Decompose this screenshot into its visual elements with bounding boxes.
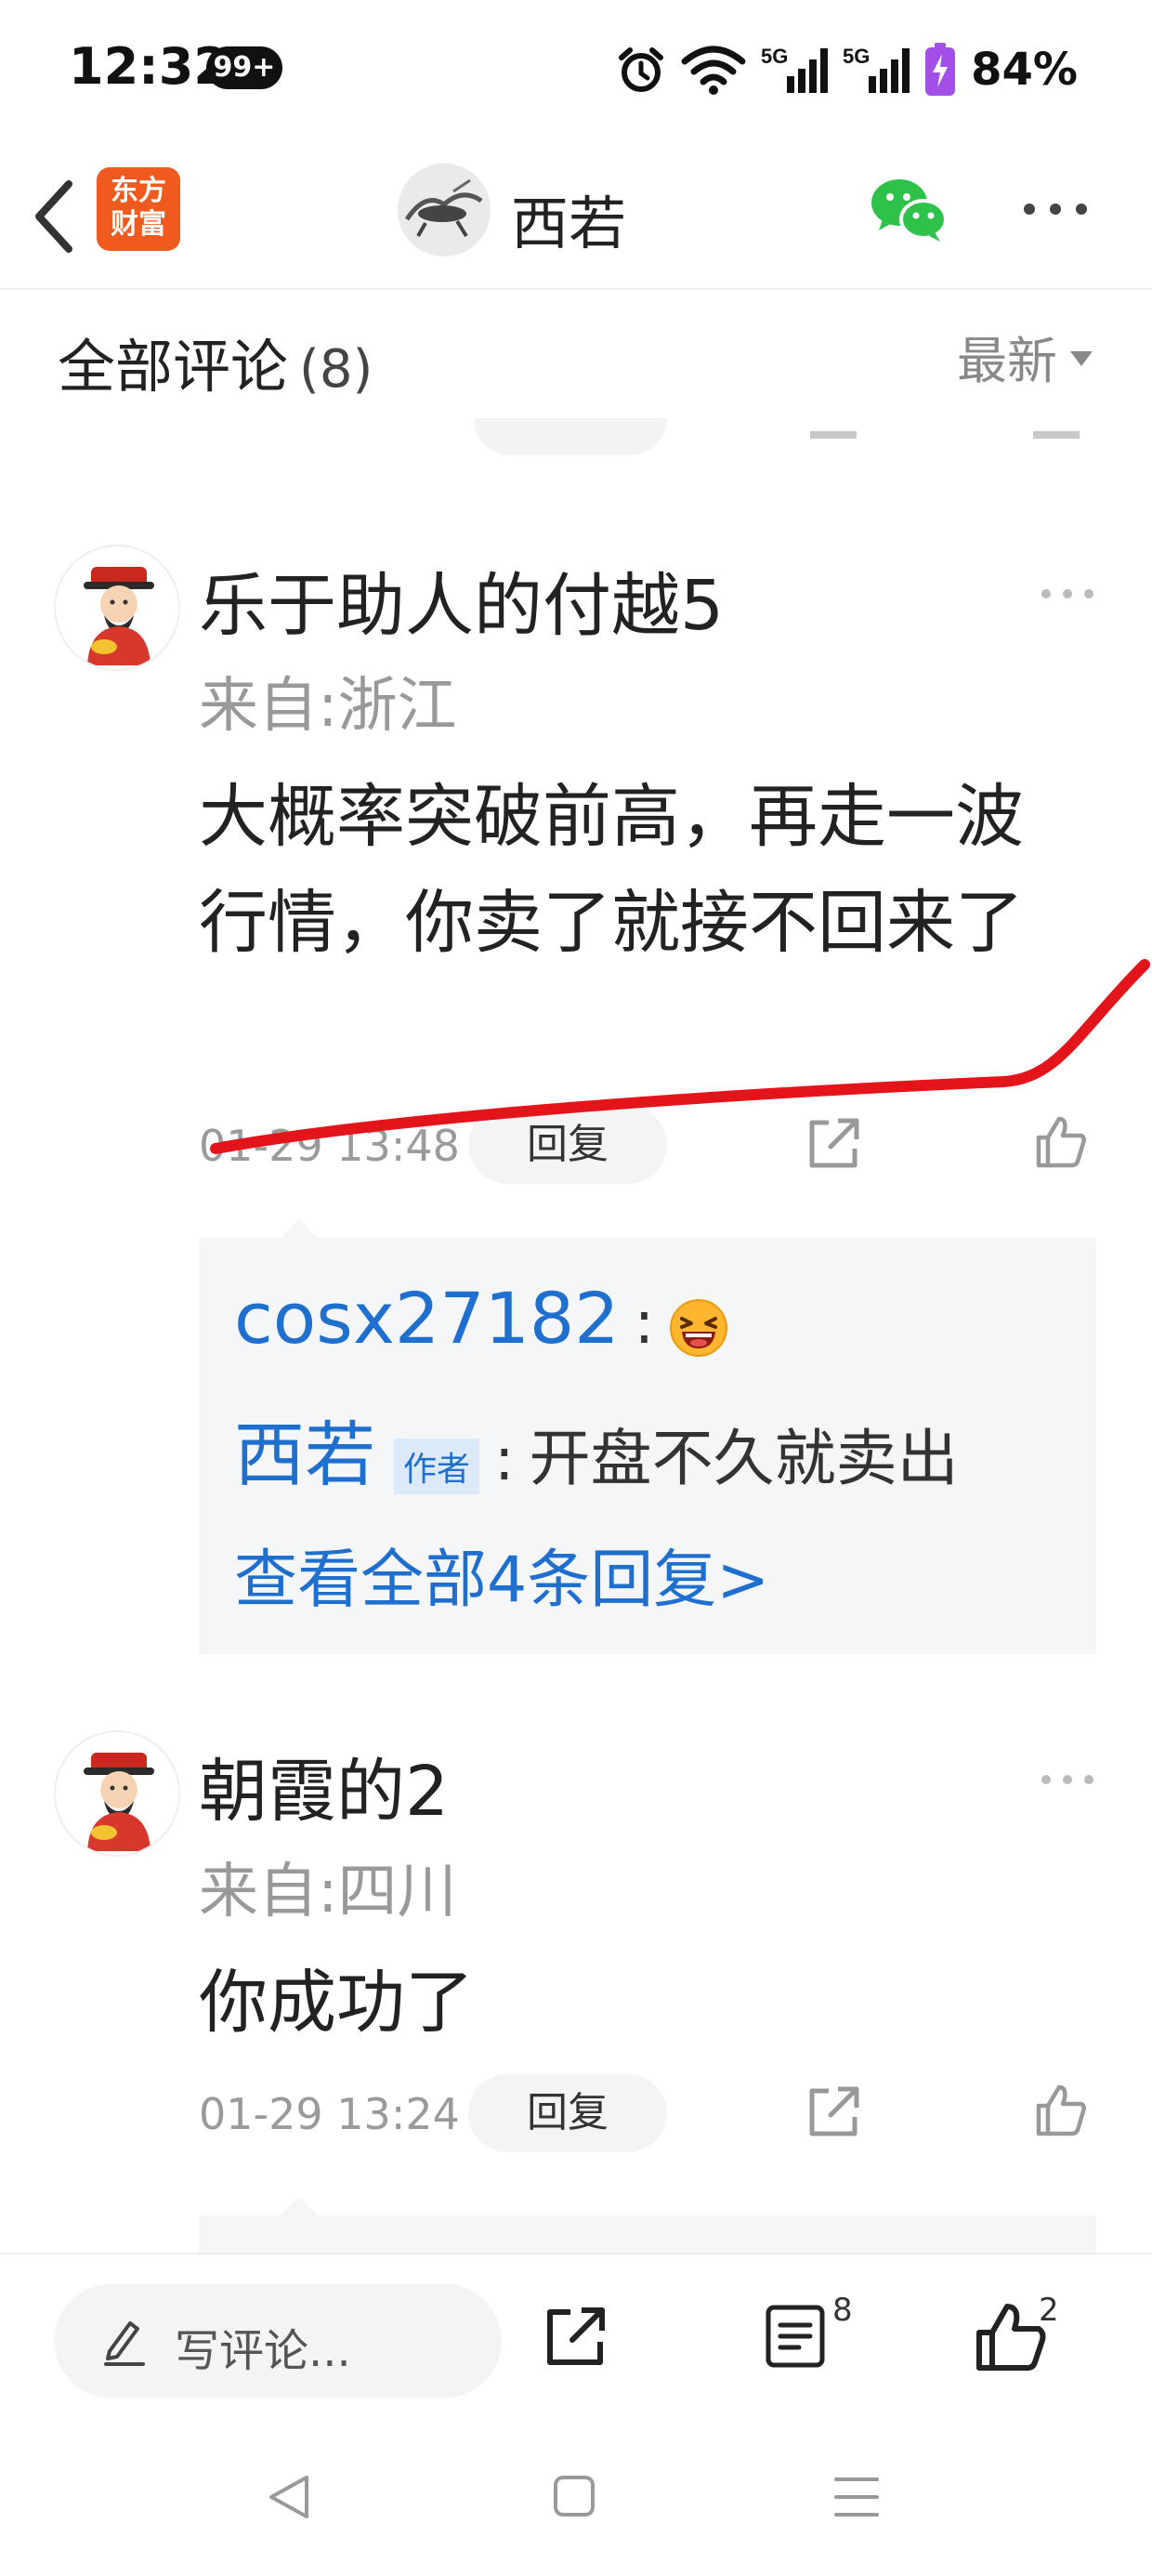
author-tag: 作者	[394, 1438, 480, 1494]
thumbs-up-icon[interactable]	[972, 2299, 1048, 2375]
status-bar: 12:32 99+ 5G 5G 84%	[0, 0, 1152, 139]
reply-button[interactable]: 回复	[468, 1106, 667, 1184]
thumbs-up-icon[interactable]	[1031, 2082, 1089, 2139]
screen: 12:32 99+ 5G 5G 84% 东方 财富 西若 全部评论 (8) 最新…	[0, 0, 1152, 2576]
reply-button[interactable]: 回复	[468, 2074, 667, 2152]
bottom-action-bar: 写评论... 8 2	[0, 2253, 1152, 2435]
view-all-replies-link[interactable]: 查看全部4条回复>	[234, 1528, 769, 1620]
status-time: 12:32	[69, 37, 229, 96]
svg-text:5G: 5G	[843, 45, 870, 68]
previous-share-icon-clipped	[810, 431, 857, 439]
caret-down-icon	[1070, 351, 1093, 367]
write-comment-placeholder: 写评论...	[175, 2325, 351, 2377]
comments-list-icon[interactable]	[764, 2303, 827, 2370]
system-back-icon[interactable]	[264, 2472, 314, 2522]
cellular-signal-icon-2: 5G	[843, 45, 910, 93]
author-name[interactable]: 西若	[511, 177, 626, 260]
status-icons: 5G 5G 84%	[616, 37, 1078, 102]
avatar[interactable]	[54, 545, 180, 671]
avatar[interactable]	[54, 1730, 180, 1857]
comments-header: 全部评论 (8) 最新	[0, 292, 1152, 422]
system-home-icon[interactable]	[552, 2474, 596, 2518]
author-avatar[interactable]	[398, 164, 491, 256]
previous-reply-button-clipped	[474, 418, 667, 455]
comments-title: 全部评论 (8)	[58, 320, 373, 403]
system-navigation-bar	[0, 2435, 1152, 2576]
thumbs-up-icon[interactable]	[1031, 1113, 1089, 1171]
share-icon[interactable]	[806, 2083, 862, 2139]
comment-location: 来自:四川	[199, 1858, 457, 1926]
previous-like-icon-clipped	[1033, 431, 1080, 439]
previous-comment-actions-clipped	[0, 418, 1152, 455]
battery-charging-icon	[925, 43, 956, 96]
reply-item: cosx27182:	[234, 1277, 728, 1369]
reply-box-arrow	[281, 1219, 318, 1238]
reply-box-arrow	[281, 2197, 318, 2215]
reply-text: 开盘不久就卖出	[529, 1423, 959, 1494]
battery-percentage: 84%	[971, 44, 1078, 96]
cellular-signal-icon: 5G	[761, 45, 829, 93]
comment-content: 你成功了	[199, 1963, 474, 2043]
more-horizontal-icon[interactable]	[1039, 1771, 1096, 1788]
system-menu-icon[interactable]	[832, 2474, 881, 2520]
pencil-icon	[104, 2321, 145, 2366]
share-icon[interactable]	[543, 2303, 609, 2370]
laughing-emoji-icon	[670, 1298, 728, 1357]
fortune-god-avatar-icon	[56, 1732, 178, 1855]
more-horizontal-icon[interactable]	[1039, 585, 1096, 602]
share-icon[interactable]	[806, 1115, 862, 1171]
alarm-icon	[619, 47, 664, 92]
wechat-icon[interactable]	[870, 175, 948, 245]
comment-location: 来自:浙江	[199, 672, 457, 741]
comments-count: (8)	[299, 339, 373, 400]
reply-item: 西若 作者: 开盘不久就卖出	[234, 1398, 959, 1504]
reply-username[interactable]: cosx27182	[234, 1277, 620, 1360]
wifi-icon	[681, 46, 746, 95]
comments-title-text: 全部评论	[58, 333, 289, 401]
sort-label: 最新	[957, 332, 1057, 390]
comment-time: 01-29 13:24	[199, 2089, 460, 2139]
like-count-badge: 2	[1039, 2292, 1059, 2329]
reply-box[interactable]: cosx27182: 西若 作者: 开盘不久就卖出 查看全部4条回复>	[199, 1238, 1096, 1654]
app-logo-line1: 东方	[111, 175, 166, 207]
comment-time: 01-29 13:48	[199, 1121, 460, 1171]
reply-username[interactable]: 西若	[234, 1413, 375, 1496]
chevron-left-icon[interactable]	[28, 175, 84, 258]
fortune-god-avatar-icon	[56, 546, 178, 669]
app-logo[interactable]: 东方 财富	[97, 167, 180, 251]
comment-username[interactable]: 朝霞的2	[199, 1736, 449, 1835]
comment-username[interactable]: 乐于助人的付越5	[199, 550, 724, 650]
svg-text:5G: 5G	[761, 45, 788, 68]
comment-content: 大概率突破前高，再走一波行情，你卖了就接不回来了	[199, 777, 1024, 963]
sort-dropdown[interactable]: 最新	[957, 320, 1093, 393]
write-comment-input[interactable]: 写评论...	[54, 2284, 502, 2398]
app-logo-line2: 财富	[111, 208, 166, 241]
reply-colon: :	[634, 1289, 655, 1358]
reply-colon: :	[494, 1426, 515, 1494]
reply-box-clipped	[199, 2215, 1096, 2253]
notification-badge: 99+	[206, 46, 282, 89]
comment-count-badge: 8	[832, 2292, 853, 2329]
ink-painting-image	[398, 164, 491, 256]
more-horizontal-icon[interactable]	[1022, 197, 1089, 221]
